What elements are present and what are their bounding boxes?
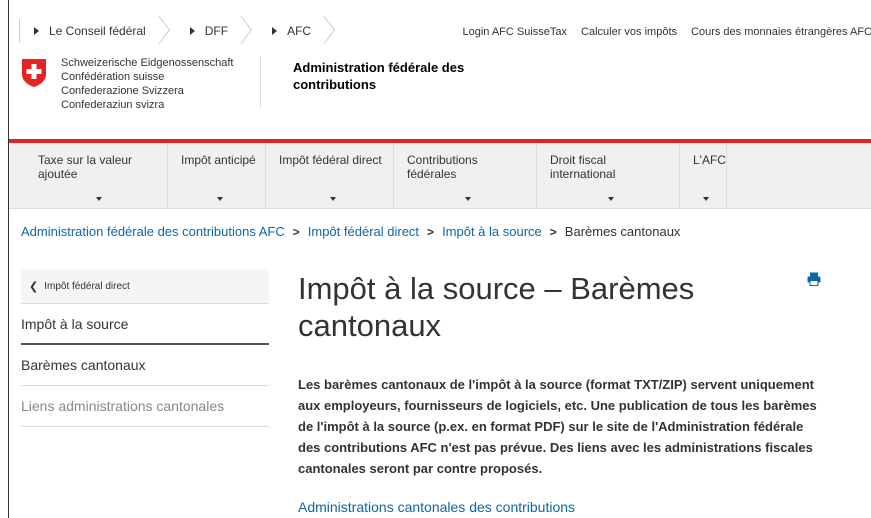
chevron-down-icon xyxy=(216,197,223,201)
page-frame: Le Conseil fédéral DFF AFC Login AFC Sui… xyxy=(8,0,871,518)
page-title: Impôt à la source – Barèmes cantonaux xyxy=(298,271,695,343)
sidebar: ❮ Impôt fédéral direct Impôt à la source… xyxy=(21,269,269,427)
sidebar-item-label: Liens administrations cantonales xyxy=(21,398,225,414)
chevron-down-icon xyxy=(329,197,336,201)
cantonal-administrations-link[interactable]: Administrations cantonales des contribut… xyxy=(298,499,575,515)
breadcrumb-afc[interactable]: Administration fédérale des contribution… xyxy=(21,224,285,239)
confederation-wordmark[interactable]: Schweizerische Eidgenossenschaft Confédé… xyxy=(61,56,233,112)
nav-item-label: Impôt fédéral direct xyxy=(279,153,382,167)
crumb-label: DFF xyxy=(204,24,229,38)
chevron-right-icon: > xyxy=(292,224,300,239)
login-suissetax-link[interactable]: Login AFC SuisseTax xyxy=(462,26,567,38)
nav-item-label: Contributions fédérales xyxy=(407,153,478,181)
nav-item-contributions-federales[interactable]: Contributions fédérales xyxy=(394,143,537,209)
federal-breadcrumb: Le Conseil fédéral DFF AFC xyxy=(19,19,342,43)
swiss-cross-icon[interactable] xyxy=(21,58,47,88)
top-bar: Le Conseil fédéral DFF AFC Login AFC Sui… xyxy=(9,0,871,43)
breadcrumb-current: Barèmes cantonaux xyxy=(564,224,681,239)
sidebar-item-baremes-cantonaux[interactable]: Barèmes cantonaux xyxy=(21,345,269,386)
confederation-line-de: Schweizerische Eidgenossenschaft xyxy=(61,57,234,69)
crumb-label: AFC xyxy=(287,24,312,38)
chevron-right-icon: > xyxy=(549,224,557,239)
nav-item-label: Taxe sur la valeur ajoutée xyxy=(38,153,133,181)
print-icon[interactable] xyxy=(807,272,821,286)
breadcrumb-impot-federal-direct[interactable]: Impôt fédéral direct xyxy=(308,224,419,239)
sidebar-back-link[interactable]: ❮ Impôt fédéral direct xyxy=(21,269,269,304)
chevron-left-icon: ❮ xyxy=(29,280,39,293)
chevron-down-icon xyxy=(703,197,709,201)
header-divider xyxy=(260,56,261,108)
exchange-rates-link[interactable]: Cours des monnaies étrangères AFC xyxy=(691,26,871,38)
agency-name: Administration fédérale des contribution… xyxy=(293,60,465,92)
nav-item-label: L'AFC xyxy=(693,153,726,167)
confederation-line-it: Confederazione Svizzera xyxy=(61,85,184,97)
sidebar-item-impot-a-la-source[interactable]: Impôt à la source xyxy=(21,304,269,345)
sidebar-item-label: Impôt à la source xyxy=(21,315,129,332)
crumb-label: Le Conseil fédéral xyxy=(49,24,146,38)
caret-right-icon xyxy=(272,27,278,35)
nav-item-impot-anticipe[interactable]: Impôt anticipé xyxy=(168,143,266,209)
crumb-dff[interactable]: DFF xyxy=(175,19,259,43)
intro-paragraph: Les barèmes cantonaux de l'impôt à la so… xyxy=(298,377,817,476)
breadcrumb-impot-a-la-source[interactable]: Impôt à la source xyxy=(442,224,542,239)
sidebar-back-label: Impôt fédéral direct xyxy=(44,280,130,292)
caret-right-icon xyxy=(34,27,39,35)
main-navigation: Taxe sur la valeur ajoutée Impôt anticip… xyxy=(9,143,871,209)
nav-item-impot-federal-direct[interactable]: Impôt fédéral direct xyxy=(266,143,394,209)
nav-item-label: Droit fiscal international xyxy=(550,153,616,181)
sidebar-item-label: Barèmes cantonaux xyxy=(21,357,146,373)
confederation-line-rm: Confederaziun svizra xyxy=(61,99,165,111)
chevron-down-icon xyxy=(465,197,471,201)
tax-calculator-link[interactable]: Calculer vos impôts xyxy=(581,26,677,38)
crumb-conseil-federal[interactable]: Le Conseil fédéral xyxy=(19,19,176,43)
confederation-line-fr: Confédération suisse xyxy=(61,71,165,83)
service-links: Login AFC SuisseTax Calculer vos impôts … xyxy=(462,26,871,38)
nav-item-label: Impôt anticipé xyxy=(181,153,256,167)
nav-item-tva[interactable]: Taxe sur la valeur ajoutée xyxy=(25,143,168,209)
caret-right-icon xyxy=(189,27,195,35)
nav-item-droit-fiscal-international[interactable]: Droit fiscal international xyxy=(537,143,680,209)
chevron-right-icon: > xyxy=(427,224,435,239)
breadcrumb: Administration fédérale des contribution… xyxy=(21,224,680,239)
site-header: Schweizerische Eidgenossenschaft Confédé… xyxy=(9,56,871,138)
chevron-down-icon xyxy=(96,197,102,201)
chevron-down-icon xyxy=(608,197,614,201)
main-content: Impôt à la source – Barèmes cantonaux xyxy=(298,270,838,344)
crumb-afc[interactable]: AFC xyxy=(258,19,342,43)
sidebar-item-liens-administrations[interactable]: Liens administrations cantonales xyxy=(21,386,269,427)
nav-item-afc[interactable]: L'AFC xyxy=(680,143,727,209)
